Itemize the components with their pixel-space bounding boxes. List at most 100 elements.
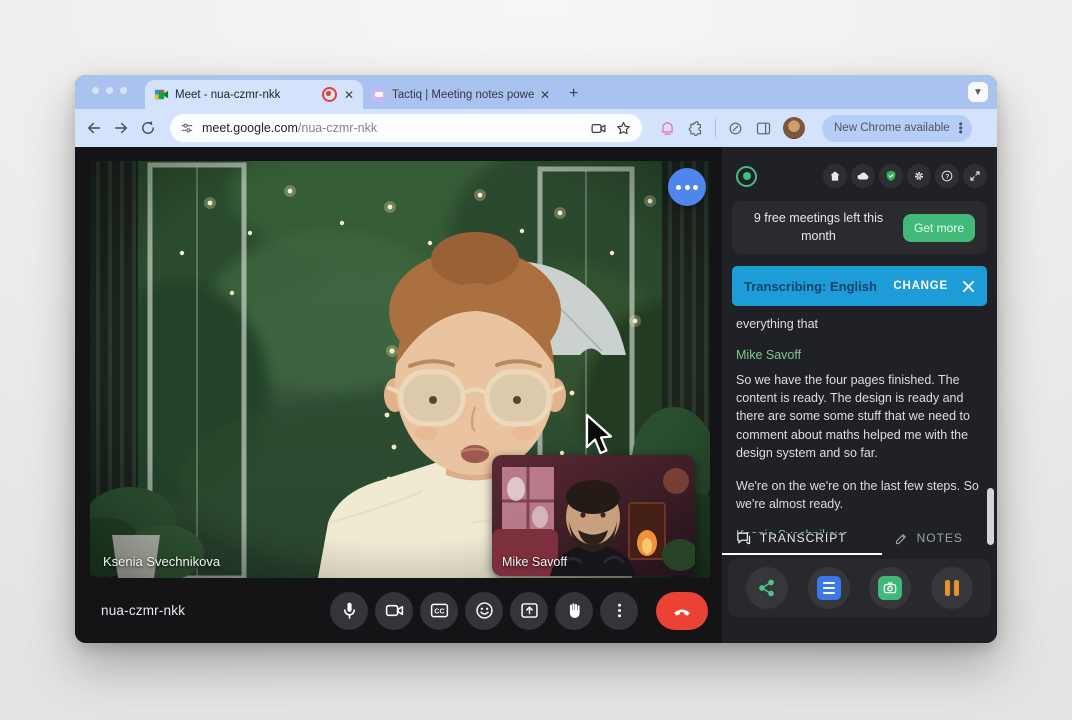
meet-favicon — [154, 87, 169, 102]
share-icon — [757, 578, 777, 598]
raise-hand-icon — [564, 600, 585, 621]
more-options-button[interactable] — [600, 592, 638, 630]
tab-search-chevron-icon[interactable]: ▼ — [968, 82, 988, 102]
tab-transcript[interactable]: TRANSCRIPT — [722, 530, 860, 547]
help-icon: ? — [940, 169, 954, 183]
tab-strip: Meet - nua-czmr-nkk ✕ Tactiq | Meeting n… — [75, 75, 997, 109]
smiley-icon — [474, 600, 495, 621]
site-settings-icon[interactable] — [180, 121, 194, 135]
screenshot-button[interactable] — [869, 567, 911, 609]
end-call-icon — [671, 600, 693, 622]
mouse-cursor — [583, 413, 613, 459]
transcript-chat-icon — [735, 530, 752, 547]
privacy-shield-button[interactable] — [879, 164, 903, 188]
transcript-panel[interactable]: everything that Mike Savoff So we have t… — [732, 306, 987, 533]
profile-avatar[interactable] — [783, 117, 805, 139]
tab-tactiq[interactable]: Tactiq | Meeting notes powe ✕ — [363, 80, 559, 109]
extension-lens-icon[interactable] — [727, 120, 744, 137]
browser-toolbar: meet.google.com/nua-czmr-nkk — [75, 109, 997, 147]
participant-name-label: Ksenia Svechnikova — [103, 554, 220, 569]
browser-menu-icon[interactable]: ••• — [955, 122, 967, 135]
camera-icon — [384, 600, 405, 621]
url-host: meet.google.com — [202, 121, 298, 135]
camera-in-use-icon[interactable] — [590, 120, 607, 137]
reactions-button[interactable] — [465, 592, 503, 630]
bookmark-star-icon[interactable] — [615, 120, 632, 137]
address-bar[interactable]: meet.google.com/nua-czmr-nkk — [170, 114, 642, 142]
tactiq-extension-icon[interactable] — [659, 120, 676, 137]
tab-notes-label: NOTES — [917, 531, 963, 545]
back-icon[interactable] — [85, 119, 103, 137]
export-docs-button[interactable] — [808, 567, 850, 609]
get-more-button[interactable]: Get more — [903, 214, 975, 242]
desktop: Meet - nua-czmr-nkk ✕ Tactiq | Meeting n… — [0, 0, 1072, 720]
camera-button[interactable] — [375, 592, 413, 630]
google-docs-icon — [817, 576, 841, 600]
tab-meet[interactable]: Meet - nua-czmr-nkk ✕ — [145, 80, 363, 109]
tactiq-favicon — [372, 88, 386, 102]
more-vert-icon — [609, 600, 630, 621]
expand-arrows-icon — [968, 169, 982, 183]
tab-title: Meet - nua-czmr-nkk — [175, 89, 316, 101]
help-button[interactable]: ? — [935, 164, 959, 188]
chrome-update-button[interactable]: New Chrome available ••• — [822, 115, 972, 142]
raise-hand-button[interactable] — [555, 592, 593, 630]
zoom-window-icon[interactable] — [120, 87, 127, 94]
notes-pencil-icon — [894, 531, 909, 546]
tab-close-icon[interactable]: ✕ — [344, 89, 354, 101]
side-panel-icon[interactable] — [755, 120, 772, 137]
captions-button[interactable]: CC — [420, 592, 458, 630]
chrome-update-label: New Chrome available — [834, 122, 950, 134]
tab-notes[interactable]: NOTES — [860, 531, 998, 546]
tab-transcript-label: TRANSCRIPT — [760, 531, 847, 545]
quota-card: 9 free meetings left this month Get more — [732, 201, 987, 254]
transcript-text: We're on the we're on the last few steps… — [736, 477, 983, 513]
close-window-icon[interactable] — [92, 87, 99, 94]
mic-button[interactable] — [330, 592, 368, 630]
captions-icon: CC — [429, 600, 450, 621]
present-button[interactable] — [510, 592, 548, 630]
home-button[interactable] — [823, 164, 847, 188]
forward-icon[interactable] — [112, 119, 130, 137]
svg-text:?: ? — [945, 173, 949, 180]
tactiq-action-bar — [728, 559, 991, 617]
meet-page: Ksenia Svechnikova — [75, 147, 997, 643]
settings-button[interactable] — [907, 164, 931, 188]
pause-transcription-button[interactable] — [931, 567, 973, 609]
close-banner-icon[interactable] — [962, 280, 975, 293]
pip-name-label: Mike Savoff — [502, 555, 567, 569]
reload-icon[interactable] — [139, 119, 157, 137]
transcribing-label: Transcribing: English — [744, 279, 877, 294]
mic-icon — [339, 600, 360, 621]
transcript-speaker: Mike Savoff — [736, 348, 983, 362]
meeting-code: nua-czmr-nkk — [101, 603, 185, 618]
transcript-text: So we have the four pages finished. The … — [736, 371, 983, 462]
tactiq-floating-bubble-icon[interactable] — [668, 168, 706, 206]
share-button[interactable] — [746, 567, 788, 609]
url-path: /nua-czmr-nkk — [298, 121, 377, 135]
present-icon — [519, 600, 540, 621]
browser-window: Meet - nua-czmr-nkk ✕ Tactiq | Meeting n… — [75, 75, 997, 643]
meet-control-bar: nua-czmr-nkk — [90, 578, 710, 643]
toolbar-divider — [715, 119, 716, 137]
pip-video-tile[interactable]: Mike Savoff — [492, 455, 695, 576]
sidebar-scrollbar[interactable] — [987, 488, 994, 545]
end-call-button[interactable] — [656, 592, 708, 630]
minimize-window-icon[interactable] — [106, 87, 113, 94]
active-tab-underline — [722, 553, 882, 555]
shield-check-icon — [884, 169, 898, 183]
gear-icon — [912, 169, 926, 183]
tab-title: Tactiq | Meeting notes powe — [392, 89, 534, 101]
quota-text: 9 free meetings left this month — [744, 210, 893, 245]
main-video-tile[interactable]: Ksenia Svechnikova — [90, 161, 710, 578]
tactiq-sidebar: ? 9 free meetings left this month Get mo… — [722, 147, 997, 643]
extensions-puzzle-icon[interactable] — [687, 120, 704, 137]
change-language-button[interactable]: CHANGE — [893, 280, 948, 292]
window-controls[interactable] — [92, 87, 127, 94]
collapse-panel-button[interactable] — [963, 164, 987, 188]
tab-close-icon[interactable]: ✕ — [540, 89, 550, 101]
recording-indicator-icon — [322, 87, 337, 102]
cloud-button[interactable] — [851, 164, 875, 188]
new-tab-icon[interactable]: + — [569, 86, 578, 102]
cloud-icon — [856, 169, 870, 183]
